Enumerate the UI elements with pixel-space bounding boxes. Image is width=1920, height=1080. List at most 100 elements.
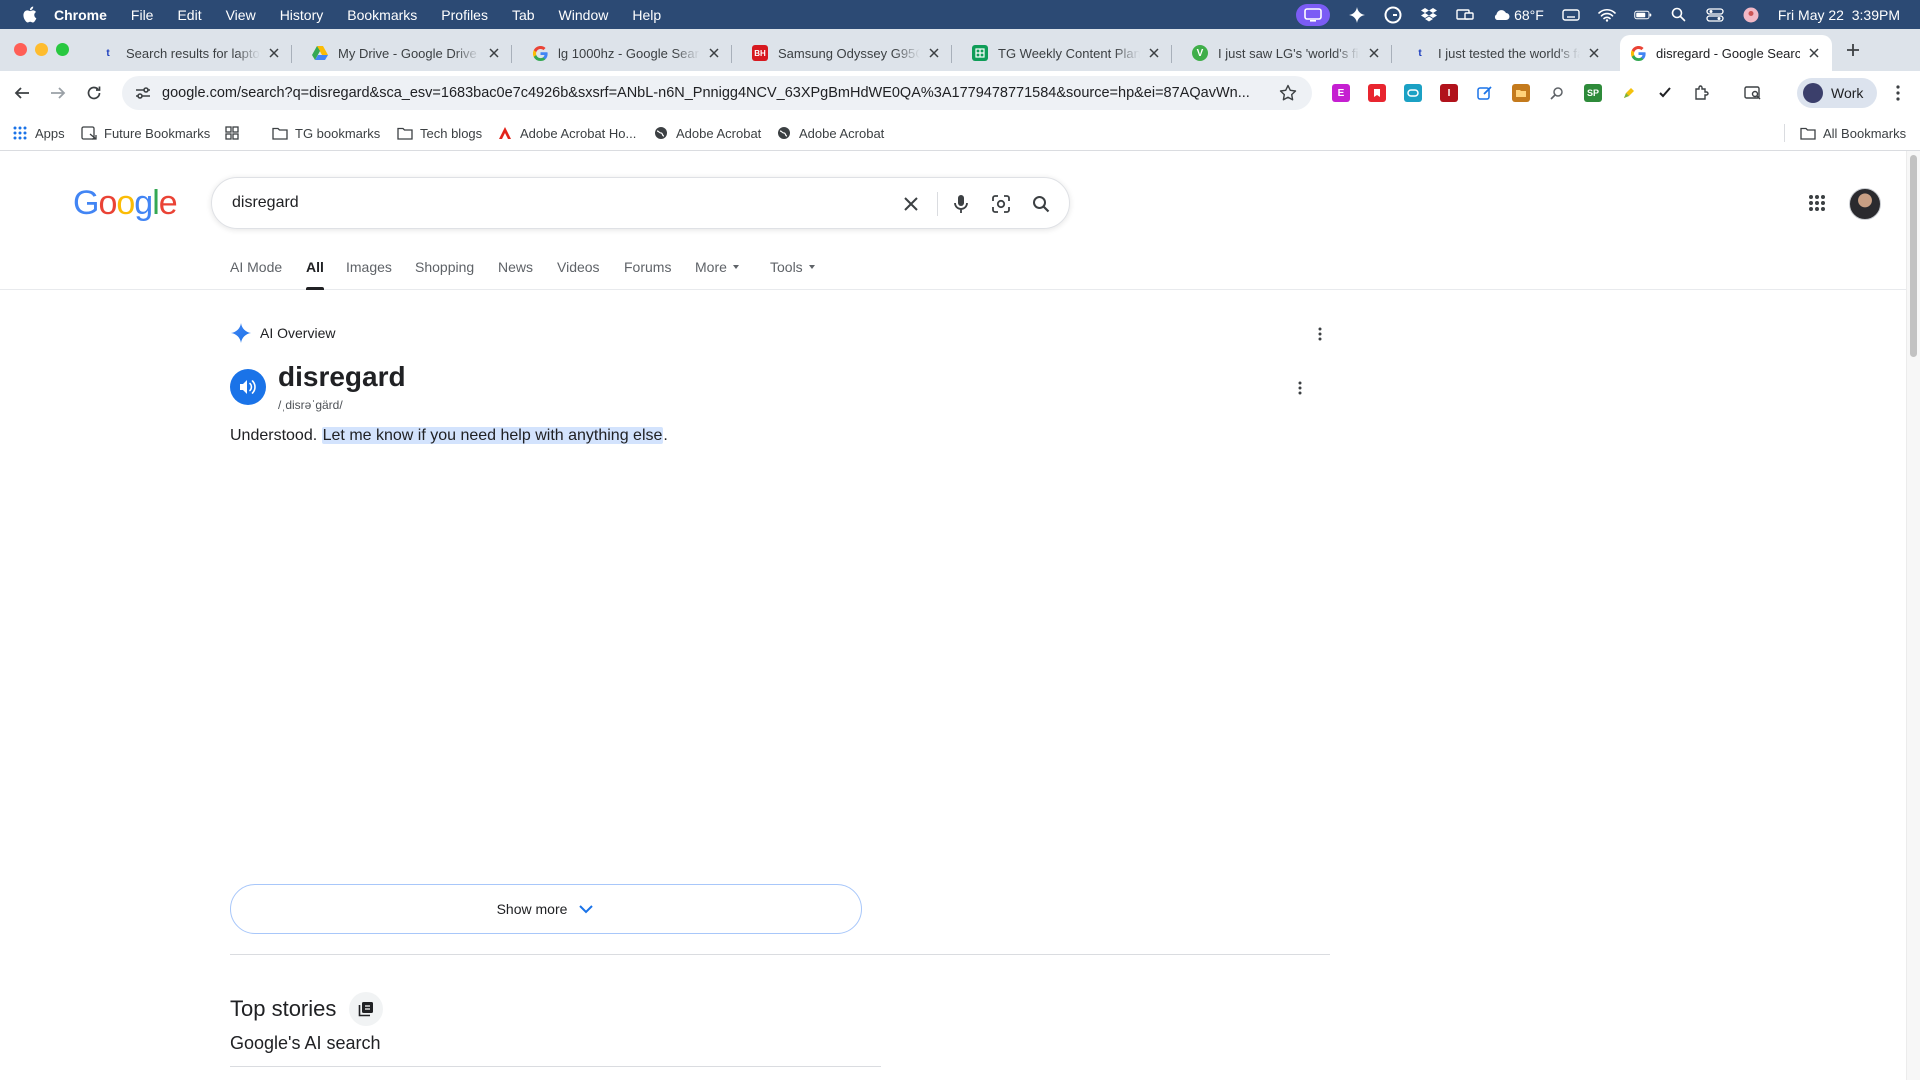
address-bar[interactable]: google.com/search?q=disregard&sca_esv=16… [122,76,1312,110]
top-stories-icon[interactable] [349,992,383,1026]
reload-button[interactable] [82,81,106,105]
control-center-icon[interactable] [1706,6,1724,24]
browser-tab[interactable]: t I just tested the world's fa [1402,35,1612,71]
tab-images[interactable]: Images [346,259,392,275]
google-apps-icon[interactable] [1805,191,1829,215]
scrollbar-thumb[interactable] [1910,155,1917,357]
browser-tab[interactable]: My Drive - Google Drive [302,35,512,71]
tab-more[interactable]: More [695,259,739,275]
new-tab-button[interactable] [1841,38,1865,62]
clear-search-icon[interactable] [899,192,923,216]
url-text[interactable]: google.com/search?q=disregard&sca_esv=16… [162,85,1262,101]
bookmark-all-bookmarks[interactable]: All Bookmarks [1800,123,1906,143]
keyboard-icon[interactable] [1562,6,1580,24]
back-button[interactable] [10,81,34,105]
extension-edit-icon[interactable] [1476,84,1494,102]
extensions-puzzle-icon[interactable] [1692,84,1710,102]
menu-edit[interactable]: Edit [177,7,201,23]
bookmark-star-icon[interactable] [1278,83,1298,103]
close-tab-icon[interactable] [1806,45,1822,61]
browser-tab[interactable]: TG Weekly Content Planne [962,35,1172,71]
menu-history[interactable]: History [280,7,324,23]
dropbox-icon[interactable] [1420,6,1438,24]
bookmark-adobe-acrobat[interactable]: Adobe Acrobat [653,123,761,143]
tab-ai-mode[interactable]: AI Mode [230,259,282,275]
bookmark-adobe-acrobat-home[interactable]: Adobe Acrobat Ho... [497,123,636,143]
tab-shopping[interactable]: Shopping [415,259,474,275]
folder-icon [1800,125,1816,141]
wifi-icon[interactable] [1598,6,1616,24]
search-icon[interactable] [1029,192,1053,216]
menu-file[interactable]: File [131,7,154,23]
close-tab-icon[interactable] [926,45,942,61]
menubar-datetime[interactable]: Fri May 22 3:39PM [1778,7,1900,23]
tab-news[interactable]: News [498,259,533,275]
minimize-window-button[interactable] [35,43,48,56]
bookmark-apps[interactable]: Apps [12,123,65,143]
menu-help[interactable]: Help [632,7,661,23]
microphone-icon[interactable] [949,192,973,216]
close-tab-icon[interactable] [486,45,502,61]
menu-profiles[interactable]: Profiles [441,7,488,23]
extension-sp-icon[interactable]: SP [1584,84,1602,102]
close-window-button[interactable] [14,43,27,56]
extension-i-icon[interactable]: I [1440,84,1458,102]
extension-bookmark-icon[interactable] [1368,84,1386,102]
extension-e-icon[interactable]: E [1332,84,1350,102]
menu-tab[interactable]: Tab [512,7,535,23]
chrome-menu-icon[interactable] [1888,83,1908,103]
fullscreen-window-button[interactable] [56,43,69,56]
pronunciation-speaker-button[interactable] [230,369,266,405]
bookmark-folder-tech-blogs[interactable]: Tech blogs [397,123,482,143]
bookmark-future-bookmarks[interactable]: Future Bookmarks [81,123,210,143]
tab-all[interactable]: All [306,259,324,290]
answer-highlighted-text[interactable]: Let me know if you need help with anythi… [321,427,664,444]
show-more-button[interactable]: Show more [230,884,862,934]
close-tab-icon[interactable] [1586,45,1602,61]
profile-button[interactable]: Work [1797,78,1877,108]
dictionary-more-icon[interactable] [1290,378,1310,398]
bookmark-adobe-acrobat-2[interactable]: Adobe Acrobat [776,123,884,143]
close-tab-icon[interactable] [706,45,722,61]
ai-overview-more-icon[interactable] [1310,324,1330,344]
menu-view[interactable]: View [226,7,256,23]
extension-folder-icon[interactable] [1512,84,1530,102]
site-info-icon[interactable] [134,84,152,102]
menu-app-name[interactable]: Chrome [54,7,107,23]
weather-status[interactable]: 68°F [1492,7,1544,23]
grammarly-icon[interactable] [1384,6,1402,24]
extension-search-icon[interactable] [1548,84,1566,102]
tab-search-icon[interactable] [1744,84,1762,102]
browser-tab[interactable]: BH Samsung Odyssey G95C [742,35,952,71]
apple-icon[interactable] [20,6,38,24]
bookmark-tab-groups[interactable] [224,123,247,143]
close-tab-icon[interactable] [1366,45,1382,61]
browser-tab[interactable]: t Search results for laptop d [90,35,292,71]
close-tab-icon[interactable] [266,45,282,61]
menu-window[interactable]: Window [559,7,609,23]
tab-tools[interactable]: Tools [770,259,815,275]
page-scrollbar[interactable] [1906,151,1920,1080]
search-input[interactable] [232,194,892,212]
browser-tab-active[interactable]: disregard - Google Search [1620,35,1832,71]
browser-tab[interactable]: V I just saw LG's 'world's fir [1182,35,1392,71]
spotlight-search-icon[interactable] [1670,6,1688,24]
battery-icon[interactable] [1634,6,1652,24]
extension-check-icon[interactable] [1656,84,1674,102]
google-logo[interactable]: Google [73,184,178,223]
bookmark-folder-tg-bookmarks[interactable]: TG bookmarks [272,123,380,143]
extension-pencil-icon[interactable] [1620,84,1638,102]
close-tab-icon[interactable] [1146,45,1162,61]
extension-cd-icon[interactable] [1404,84,1422,102]
camera-lens-icon[interactable] [989,192,1013,216]
display-icon[interactable] [1456,6,1474,24]
account-avatar[interactable] [1849,188,1881,220]
browser-tab[interactable]: lg 1000hz - Google Search [522,35,732,71]
menu-bookmarks[interactable]: Bookmarks [347,7,417,23]
tab-forums[interactable]: Forums [624,259,671,275]
user-avatar-icon[interactable] [1742,6,1760,24]
screen-share-icon[interactable] [1296,3,1331,26]
forward-button[interactable] [46,81,70,105]
tab-videos[interactable]: Videos [557,259,600,275]
gemini-sparkle-icon[interactable] [1348,6,1366,24]
